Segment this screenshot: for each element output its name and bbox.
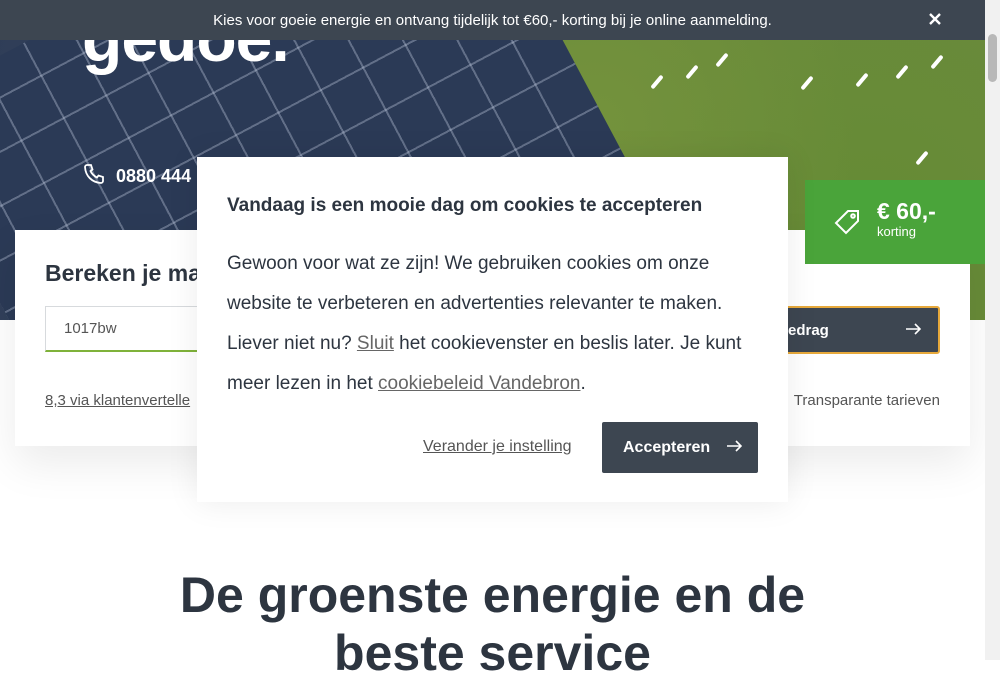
cookie-body: Gewoon voor wat ze zijn! We gebruiken co… bbox=[227, 244, 762, 404]
accept-button-label: Accepteren bbox=[623, 438, 711, 456]
calculate-button-label: edrag bbox=[788, 321, 829, 339]
discount-badge[interactable]: € 60,- korting bbox=[805, 180, 985, 264]
tariffs-text: Transparante tarieven bbox=[793, 392, 940, 409]
calculate-button[interactable]: edrag bbox=[770, 306, 940, 354]
phone-number: 0880 444 bbox=[116, 166, 192, 186]
close-icon[interactable] bbox=[925, 10, 945, 30]
announcement-bar: Kies voor goeie energie en ontvang tijde… bbox=[0, 0, 985, 40]
accept-cookies-button[interactable]: Accepteren bbox=[602, 422, 758, 473]
discount-amount: € 60,- bbox=[877, 198, 936, 224]
cookie-policy-link[interactable]: cookiebeleid Vandebron bbox=[378, 373, 580, 394]
reviews-link[interactable]: 8,3 via klantenvertelle bbox=[45, 392, 190, 409]
scrollbar-thumb[interactable] bbox=[988, 34, 997, 82]
postcode-value: 1017bw bbox=[64, 320, 117, 337]
tag-icon bbox=[833, 208, 861, 241]
phone-icon bbox=[82, 162, 106, 191]
section-title-line2: beste service bbox=[334, 625, 651, 681]
section-title-line1: De groenste energie en de bbox=[179, 567, 806, 623]
hero-phone-link[interactable]: 0880 444 bbox=[82, 162, 191, 191]
page-scrollbar[interactable] bbox=[985, 0, 1000, 660]
cookie-title: Vandaag is een mooie dag om cookies te a… bbox=[227, 195, 703, 216]
section-title: De groenste energie en de beste service bbox=[0, 566, 985, 682]
arrow-right-icon bbox=[726, 439, 743, 457]
calculator-title: Bereken je ma bbox=[45, 260, 201, 286]
arrow-right-icon bbox=[905, 322, 921, 339]
announcement-text: Kies voor goeie energie en ontvang tijde… bbox=[213, 11, 772, 29]
close-cookie-link[interactable]: Sluit bbox=[357, 333, 394, 354]
discount-label: korting bbox=[877, 224, 917, 239]
cookie-body-text: . bbox=[580, 373, 586, 394]
change-settings-link[interactable]: Verander je instelling bbox=[423, 438, 572, 456]
cookie-dialog: Vandaag is een mooie dag om cookies te a… bbox=[197, 157, 788, 502]
